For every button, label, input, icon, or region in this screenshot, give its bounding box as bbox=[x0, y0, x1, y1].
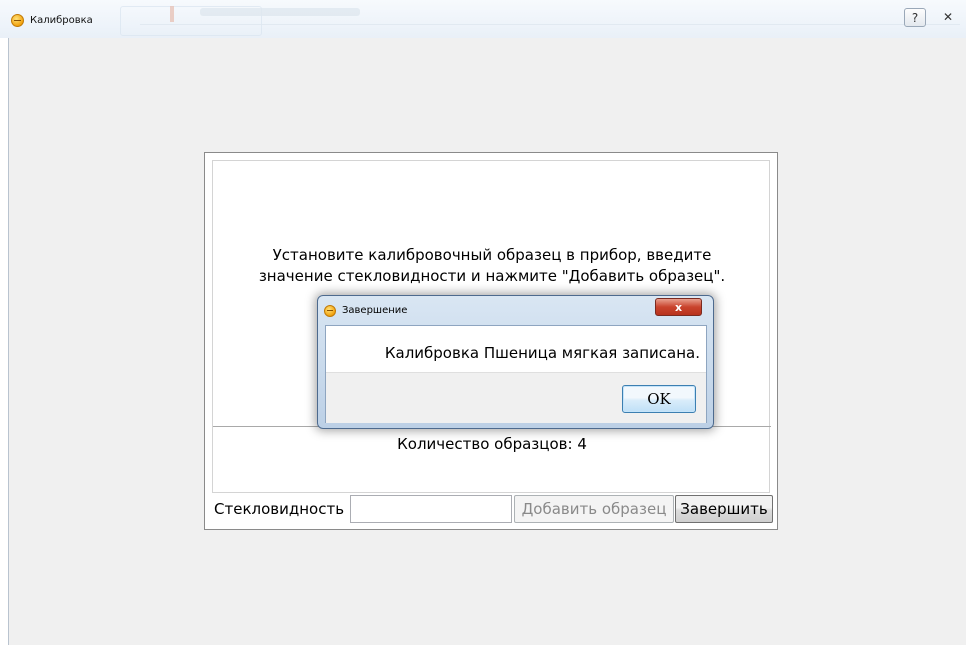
dialog-title: Завершение bbox=[342, 305, 408, 316]
vitreousness-label: Стекловидность bbox=[214, 500, 345, 518]
window-close-icon[interactable]: ✕ bbox=[938, 8, 958, 27]
sample-count: Количество образцов: 4 bbox=[397, 435, 587, 453]
background-ghost-text bbox=[200, 8, 360, 16]
dialog-close-icon[interactable]: x bbox=[655, 298, 702, 316]
completion-dialog: Завершение x Калибровка Пшеница мягкая з… bbox=[317, 295, 714, 429]
add-sample-button[interactable]: Добавить образец bbox=[514, 495, 674, 523]
vitreousness-input[interactable] bbox=[350, 495, 512, 523]
instruction-text: Установите калибровочный образец в прибо… bbox=[213, 245, 771, 287]
ok-button[interactable]: OK bbox=[622, 385, 696, 413]
dialog-message: Калибровка Пшеница мягкая записана. bbox=[384, 344, 700, 362]
dialog-footer: OK bbox=[326, 372, 706, 423]
window-title: Калибровка bbox=[30, 15, 93, 26]
finish-button[interactable]: Завершить bbox=[675, 495, 773, 523]
input-row: Стекловидность Добавить образец Завершит… bbox=[212, 495, 773, 523]
instruction-line-2: значение стекловидности и нажмите "Добав… bbox=[258, 267, 726, 285]
dialog-app-icon bbox=[324, 305, 336, 317]
background-ghost-mark bbox=[170, 6, 174, 22]
instruction-line-1: Установите калибровочный образец в прибо… bbox=[272, 246, 712, 264]
dialog-body: Калибровка Пшеница мягкая записана. OK bbox=[325, 325, 707, 423]
screen: Калибровка ? ✕ Установите калибровочный … bbox=[0, 0, 966, 645]
window-titlebar[interactable]: Калибровка ? ✕ bbox=[0, 0, 966, 38]
background-ghost-line bbox=[140, 24, 960, 37]
help-button[interactable]: ? bbox=[904, 8, 926, 27]
app-icon bbox=[11, 14, 24, 27]
